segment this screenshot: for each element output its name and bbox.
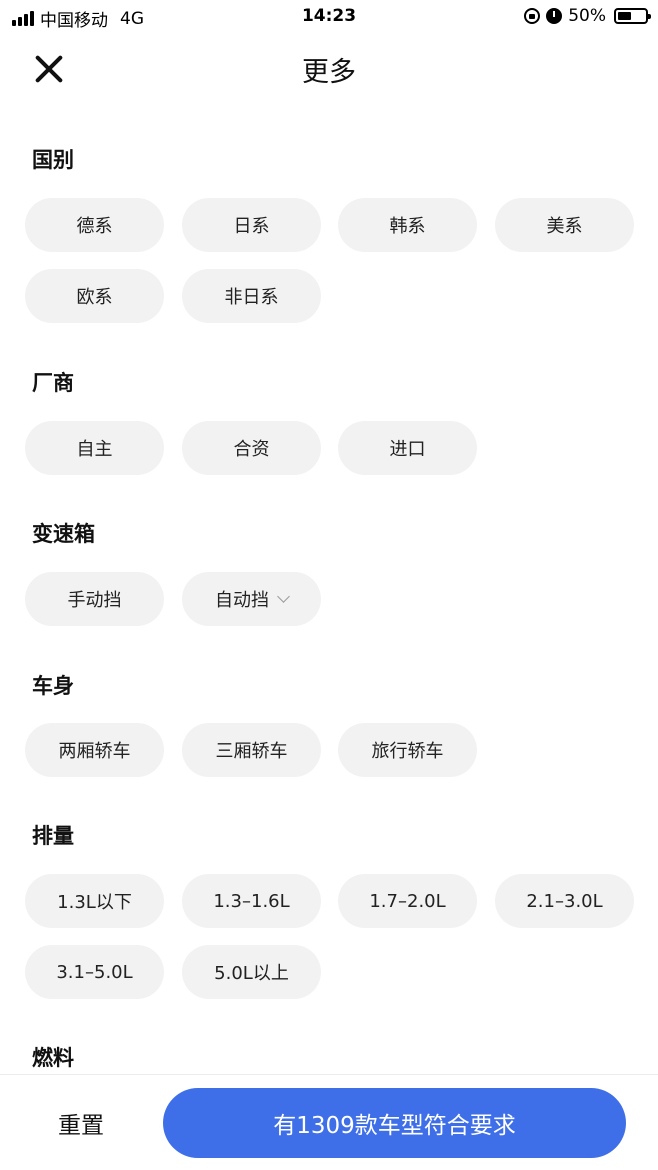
chip-displacement-over-5-0[interactable]: 5.0L以上 bbox=[182, 945, 321, 999]
section-title-fuel: 燃料 bbox=[32, 1046, 74, 1070]
bottom-action-bar: 重置 有1309款车型符合要求 bbox=[0, 1074, 658, 1170]
chip-gearbox-automatic-label: 自动挡 bbox=[215, 590, 269, 611]
show-results-button[interactable]: 有1309款车型符合要求 bbox=[163, 1088, 626, 1158]
chip-displacement-2-1-3-0[interactable]: 2.1–3.0L bbox=[495, 874, 634, 928]
chip-country-non-japanese[interactable]: 非日系 bbox=[182, 269, 321, 323]
alarm-icon bbox=[546, 8, 563, 24]
chip-gearbox-automatic[interactable]: 自动挡 bbox=[182, 572, 321, 626]
battery-icon bbox=[614, 8, 651, 24]
page-title: 更多 bbox=[302, 57, 356, 88]
chip-country-european[interactable]: 欧系 bbox=[25, 269, 164, 323]
chip-country-korean[interactable]: 韩系 bbox=[338, 198, 477, 252]
battery-percent: 50% bbox=[568, 6, 606, 26]
lock-rotation-icon bbox=[524, 8, 541, 24]
chip-displacement-under-1-3[interactable]: 1.3L以下 bbox=[25, 874, 164, 928]
chip-country-japanese[interactable]: 日系 bbox=[182, 198, 321, 252]
section-title-body: 车身 bbox=[32, 674, 74, 698]
chip-maker-domestic[interactable]: 自主 bbox=[25, 421, 164, 475]
chip-maker-joint-venture[interactable]: 合资 bbox=[182, 421, 321, 475]
section-title-maker: 厂商 bbox=[32, 371, 74, 395]
status-bar-right: 50% bbox=[524, 6, 651, 26]
chip-displacement-3-1-5-0[interactable]: 3.1–5.0L bbox=[25, 945, 164, 999]
reset-button[interactable]: 重置 bbox=[28, 1095, 134, 1151]
chip-country-german[interactable]: 德系 bbox=[25, 198, 164, 252]
section-title-gearbox: 变速箱 bbox=[32, 522, 95, 546]
status-bar: 中国移动 4G 14:23 50% bbox=[0, 0, 658, 34]
header: 更多 bbox=[0, 40, 658, 96]
chip-country-american[interactable]: 美系 bbox=[495, 198, 634, 252]
chip-displacement-1-7-2-0[interactable]: 1.7–2.0L bbox=[338, 874, 477, 928]
chip-body-wagon[interactable]: 旅行轿车 bbox=[338, 723, 477, 777]
chip-maker-imported[interactable]: 进口 bbox=[338, 421, 477, 475]
chip-body-sedan[interactable]: 三厢轿车 bbox=[182, 723, 321, 777]
chip-displacement-1-3-1-6[interactable]: 1.3–1.6L bbox=[182, 874, 321, 928]
filter-more-page: 中国移动 4G 14:23 50% 更多 国别 德系 日系 韩系 美系 欧系 非… bbox=[0, 0, 658, 1170]
chip-body-hatchback[interactable]: 两厢轿车 bbox=[25, 723, 164, 777]
chevron-down-icon bbox=[277, 589, 290, 603]
section-title-displacement: 排量 bbox=[32, 824, 74, 848]
section-title-country: 国别 bbox=[32, 148, 74, 172]
chip-gearbox-manual[interactable]: 手动挡 bbox=[25, 572, 164, 626]
